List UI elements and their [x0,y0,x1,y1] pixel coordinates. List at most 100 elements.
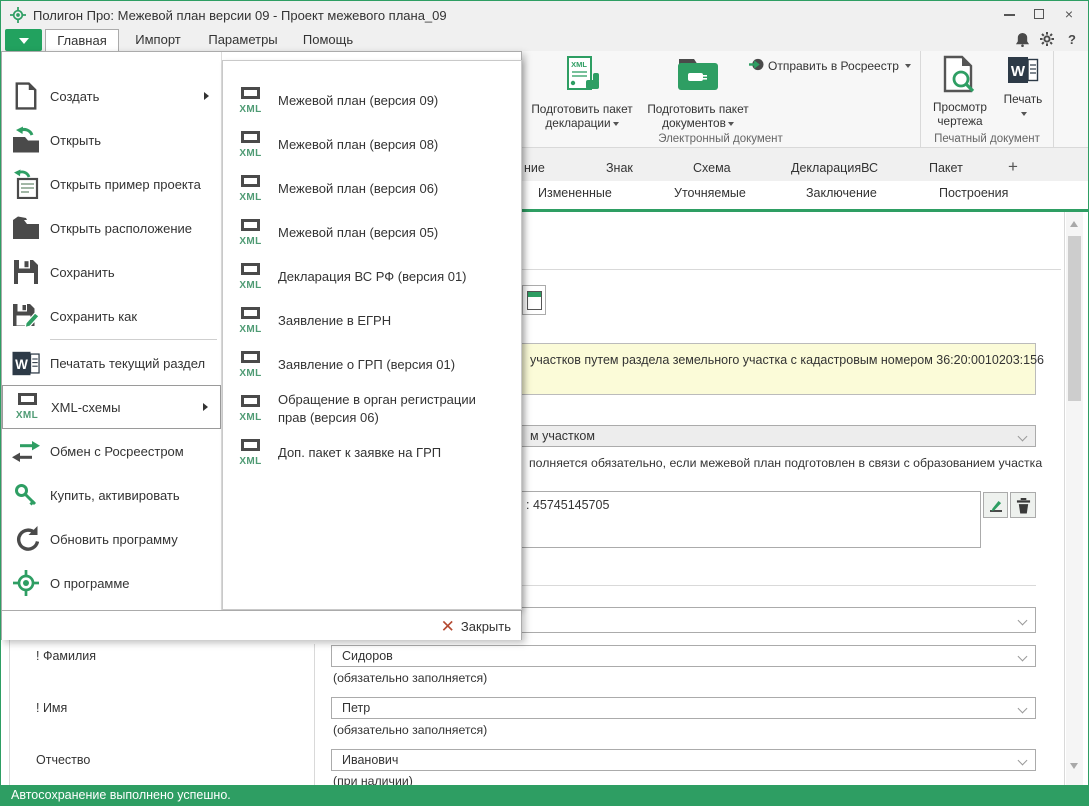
chevron-down-icon [1018,704,1028,714]
drawing-preview-icon [927,55,993,97]
notifications-bell-icon[interactable] [1014,32,1030,48]
xml-icon: XML [223,307,278,336]
chevron-down-icon [1018,432,1028,442]
print-button[interactable]: W Печать [997,53,1049,121]
menu-separator [50,339,217,340]
xml-schema-item-1[interactable]: XMLМежевой план (версия 08) [223,123,521,167]
xml-schema-item-7[interactable]: XMLОбращение в орган регистрации прав (в… [223,387,521,431]
close-x-icon: ✕ [441,618,455,635]
menu-item-3[interactable]: Открыть расположение [2,206,221,250]
help-icon[interactable]: ? [1064,32,1080,48]
edit-button[interactable] [983,492,1008,518]
xml-schemas-submenu: XMLМежевой план (версия 09)XMLМежевой пл… [222,60,522,610]
menu-item-1[interactable]: Открыть [2,118,221,162]
section-tab[interactable]: Знак [606,161,633,175]
xml-schema-item-6[interactable]: XMLЗаявление о ГРП (версия 01) [223,343,521,387]
section-tab[interactable]: Пакет [929,161,963,175]
key-icon [2,483,50,507]
scroll-up-icon[interactable] [1070,221,1078,227]
panel-right-border [1064,212,1065,787]
dropdown-arrow-icon [613,122,619,126]
section-tab[interactable]: Измененные [538,186,612,200]
menu-item-2[interactable]: Открыть пример проекта [2,162,221,206]
open-example-icon [2,169,50,199]
xml-icon: XML [223,395,278,424]
field-hint: (обязательно заполняется) [333,723,487,737]
menu-item-5[interactable]: Сохранить как [2,294,221,338]
group-label: Электронный документ [521,133,920,145]
field-combobox[interactable]: Сидоров [331,645,1036,667]
xml-schema-item-4[interactable]: XMLДекларация ВС РФ (версия 01) [223,255,521,299]
menu-item-4[interactable]: Сохранить [2,250,221,294]
ribbon-tab-row: ГлавнаяИмпорт Параметры Помощь ? [1,29,1088,51]
group-label: Печатный документ [921,133,1053,145]
menu-item-9[interactable]: Купить, активировать [2,473,221,517]
dropdown-arrow-icon [1021,112,1027,116]
field-combobox[interactable]: Иванович [331,749,1036,771]
maximize-button[interactable] [1026,3,1052,25]
field-hint: (обязательно заполняется) [333,671,487,685]
xml-schema-item-5[interactable]: XMLЗаявление в ЕГРН [223,299,521,343]
menu-item-7[interactable]: XMLXML-схемы [2,385,221,429]
documents-package-icon [641,55,755,99]
word-icon: W [997,55,1049,89]
delete-button[interactable] [1010,492,1036,518]
date-picker-button[interactable] [522,285,546,315]
xml-schema-item-8[interactable]: XMLДоп. пакет к заявке на ГРП [223,431,521,475]
declaration-package-icon: XML [525,55,639,99]
menu-item-6[interactable]: WПечатать текущий раздел [2,341,221,385]
vertical-scrollbar[interactable] [1066,212,1083,787]
save-icon [2,259,50,285]
field-combobox[interactable]: Петр [331,697,1036,719]
scrollbar-thumb[interactable] [1068,236,1081,401]
save-as-icon [2,303,50,330]
send-to-rosreestr-icon [749,57,764,75]
calendar-icon [527,291,542,310]
menu-item-0[interactable]: Создать [2,74,221,118]
ribbon-tab-2[interactable]: Параметры [199,29,287,51]
menu-item-8[interactable]: Обмен с Росреестром [2,429,221,473]
file-menu-button[interactable] [5,29,42,51]
app-logo-icon [10,7,26,23]
ribbon-tab-1[interactable]: Импорт [123,29,193,51]
xml-icon: XML [223,131,278,160]
pencil-icon [987,498,1004,513]
add-section-tab[interactable]: + [1008,157,1018,177]
section-tab[interactable]: ние [524,161,545,175]
menu-item-10[interactable]: Обновить программу [2,517,221,561]
settings-gear-icon[interactable] [1039,32,1055,48]
ribbon-tab-3[interactable]: Помощь [294,29,362,51]
scroll-down-icon[interactable] [1070,763,1078,769]
minimize-button[interactable] [996,3,1022,25]
field-label: Отчество [36,753,90,767]
drawing-preview-button[interactable]: Просмотр чертежа [927,53,993,129]
xml-schema-item-3[interactable]: XMLМежевой план (версия 05) [223,211,521,255]
menu-item-11[interactable]: О программе [2,561,221,605]
chevron-down-icon [1018,652,1028,662]
window-title: Полигон Про: Межевой план версии 09 - Пр… [33,8,447,23]
trash-icon [1016,497,1031,514]
word-icon: W [2,350,50,377]
xml-schema-item-2[interactable]: XMLМежевой план (версия 06) [223,167,521,211]
xml-icon: XML [223,219,278,248]
dropdown-arrow-icon [905,64,911,68]
send-to-rosreestr-button[interactable]: Отправить в Росреестр [749,57,911,75]
menu-close-button[interactable]: ✕ Закрыть [441,611,511,641]
ribbon-tab-main[interactable]: Главная [45,29,119,51]
section-tab[interactable]: Построения [939,186,1008,200]
file-menu: СоздатьОткрытьОткрыть пример проектаОткр… [1,51,522,640]
section-tab[interactable]: ДекларацияВС [791,161,878,175]
field-label: ! Имя [36,701,67,715]
prepare-declaration-package-button[interactable]: XML Подготовить пакет декларации [525,53,639,131]
section-tab[interactable]: Заключение [806,186,877,200]
svg-text:XML: XML [571,60,587,69]
section-tab[interactable]: Уточняемые [674,186,746,200]
section-tab[interactable]: Схема [693,161,731,175]
xml-icon: XML [223,263,278,292]
title-bar: Полигон Про: Межевой план версии 09 - Пр… [1,1,1088,29]
xml-schema-item-0[interactable]: XMLМежевой план (версия 09) [223,79,521,123]
xml-icon: XML [223,87,278,116]
close-button[interactable]: × [1056,3,1082,25]
prepare-documents-package-button[interactable]: Подготовить пакет документов [641,53,755,131]
ribbon-group-electronic-document: XML Подготовить пакет декларации Подгото… [521,51,921,148]
